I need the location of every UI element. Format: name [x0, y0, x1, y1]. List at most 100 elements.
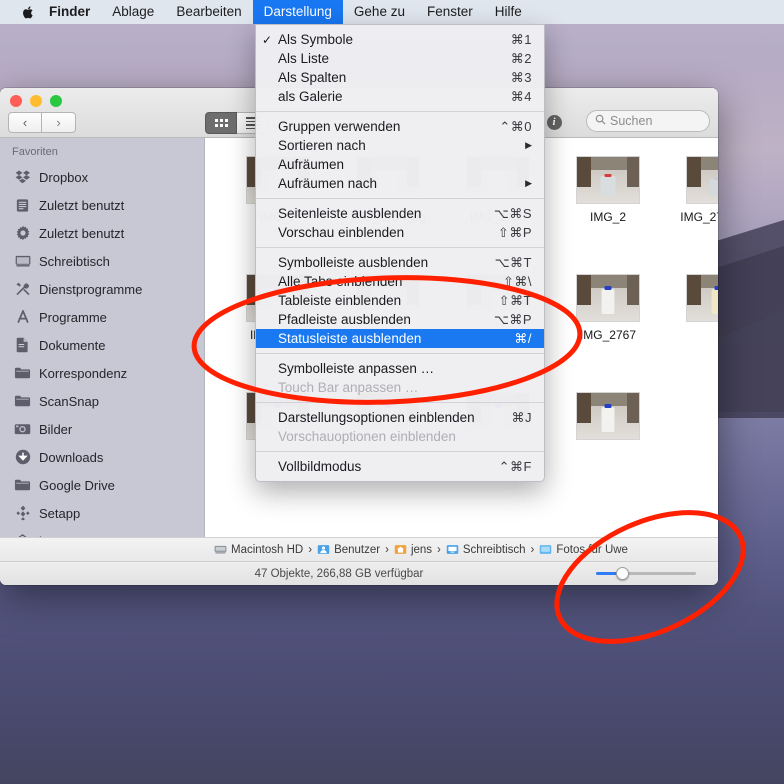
- sidebar-item-bilder[interactable]: Bilder: [0, 415, 204, 443]
- file-item[interactable]: IMG_2767: [553, 268, 663, 380]
- menu-option-touch-bar-anpassen: Touch Bar anpassen …: [256, 378, 544, 397]
- menu-separator: [256, 198, 544, 199]
- grid-view-icon[interactable]: [205, 112, 237, 134]
- back-button[interactable]: ‹: [8, 112, 42, 133]
- sidebar-item-downloads[interactable]: Downloads: [0, 443, 204, 471]
- sidebar-item-scansnap[interactable]: ScanSnap: [0, 387, 204, 415]
- menu-shortcut-label: ⌃⌘0: [499, 118, 532, 134]
- sidebar-item-zuletzt-benutzt[interactable]: Zuletzt benutzt: [0, 191, 204, 219]
- menu-option-tableiste-einblenden[interactable]: Tableiste einblenden ⇧⌘T: [256, 291, 544, 310]
- menu-option-als-spalten[interactable]: Als Spalten ⌘3: [256, 68, 544, 87]
- sidebar-item-dienstprogramme[interactable]: Dienstprogramme: [0, 275, 204, 303]
- menu-bar: Finder Ablage Bearbeiten Darstellung Geh…: [0, 0, 784, 24]
- breadcrumb-item[interactable]: Fotos für Uwe: [539, 543, 628, 556]
- applications-icon: [14, 309, 31, 326]
- menu-option-aufr-umen-nach[interactable]: Aufräumen nach ▶: [256, 174, 544, 193]
- menu-item-finder[interactable]: Finder: [46, 0, 101, 24]
- menu-option-aufr-umen[interactable]: Aufräumen: [256, 155, 544, 174]
- menu-option-als-galerie[interactable]: als Galerie ⌘4: [256, 87, 544, 106]
- sidebar-item-jens[interactable]: jens: [0, 527, 204, 537]
- menu-shortcut-label: ⌥⌘T: [494, 254, 532, 270]
- folder-icon: [539, 543, 552, 556]
- submenu-arrow-icon: ▶: [525, 140, 532, 150]
- maximize-button[interactable]: [50, 95, 62, 107]
- menu-option-label: Als Spalten: [278, 70, 347, 85]
- sidebar-item-label: Downloads: [39, 449, 104, 465]
- minimize-button[interactable]: [30, 95, 42, 107]
- file-item[interactable]: [553, 386, 663, 498]
- sidebar-item-zuletzt-benutzt[interactable]: Zuletzt benutzt: [0, 219, 204, 247]
- sidebar-item-dokumente[interactable]: Dokumente: [0, 331, 204, 359]
- path-bar: Macintosh HD › Benutzer › jens › Schreibtisch ›…: [0, 537, 718, 561]
- sidebar-item-setapp[interactable]: Setapp: [0, 499, 204, 527]
- menu-option-als-symbole[interactable]: ✓ Als Symbole ⌘1: [256, 30, 544, 49]
- menu-option-label: Als Symbole: [278, 32, 354, 47]
- menu-option-label: Seitenleiste ausblenden: [278, 206, 422, 221]
- breadcrumb-label: Macintosh HD: [231, 543, 304, 556]
- menu-shortcut-label: ⌘J: [511, 409, 532, 425]
- menu-shortcut-label: ⌘1: [510, 31, 532, 47]
- sidebar-item-label: Setapp: [39, 505, 81, 521]
- menu-option-vorschau-einblenden[interactable]: Vorschau einblenden ⇧⌘P: [256, 223, 544, 242]
- breadcrumb-item[interactable]: Schreibtisch: [446, 543, 526, 556]
- breadcrumb-label: Benutzer: [334, 543, 381, 556]
- folder-icon: [14, 393, 31, 410]
- sidebar-item-label: Programme: [39, 309, 107, 325]
- menu-item-gehe-zu[interactable]: Gehe zu: [343, 0, 416, 24]
- menu-option-label: Sortieren nach: [278, 138, 366, 153]
- file-item[interactable]: IMG_2: [553, 150, 663, 262]
- dropbox-icon: [14, 169, 31, 186]
- file-item[interactable]: [663, 268, 718, 380]
- menu-option-als-liste[interactable]: Als Liste ⌘2: [256, 49, 544, 68]
- breadcrumb-item[interactable]: Benutzer: [317, 543, 380, 556]
- menu-shortcut-label: ⇧⌘T: [498, 292, 532, 308]
- sidebar-item-schreibtisch[interactable]: Schreibtisch: [0, 247, 204, 275]
- menu-option-label: Symbolleiste ausblenden: [278, 255, 429, 270]
- menu-option-seitenleiste-ausblenden[interactable]: Seitenleiste ausblenden ⌥⌘S: [256, 204, 544, 223]
- menu-option-darstellungsoptionen-einblenden[interactable]: Darstellungsoptionen einblenden ⌘J: [256, 408, 544, 427]
- menu-option-label: Pfadleiste ausblenden: [278, 312, 411, 327]
- menu-item-ablage[interactable]: Ablage: [101, 0, 165, 24]
- users-folder-icon: [317, 543, 330, 556]
- file-item[interactable]: IMG_2760.jpg: [663, 150, 718, 262]
- breadcrumb-item[interactable]: Macintosh HD: [214, 543, 303, 556]
- menu-separator: [256, 402, 544, 403]
- menu-item-fenster[interactable]: Fenster: [416, 0, 484, 24]
- menu-option-alle-tabs-einblenden[interactable]: Alle Tabs einblenden ⇧⌘\: [256, 272, 544, 291]
- icon-size-slider[interactable]: [596, 567, 696, 580]
- search-input[interactable]: Suchen: [586, 110, 710, 132]
- menu-item-bearbeiten[interactable]: Bearbeiten: [165, 0, 252, 24]
- pictures-camera-icon: [14, 421, 31, 438]
- sidebar-item-dropbox[interactable]: Dropbox: [0, 163, 204, 191]
- menu-option-label: Symbolleiste anpassen …: [278, 361, 435, 376]
- menu-shortcut-label: ⌘2: [510, 50, 532, 66]
- sidebar-item-korrespondenz[interactable]: Korrespondenz: [0, 359, 204, 387]
- setapp-icon: [14, 505, 31, 522]
- menu-option-vollbildmodus[interactable]: Vollbildmodus ⌃⌘F: [256, 457, 544, 476]
- menu-option-pfadleiste-ausblenden[interactable]: Pfadleiste ausblenden ⌥⌘P: [256, 310, 544, 329]
- apple-logo-icon[interactable]: [0, 5, 46, 20]
- file-thumbnail: [576, 274, 640, 322]
- menu-option-label: Statusleiste ausblenden: [278, 331, 422, 346]
- search-icon: [595, 114, 606, 128]
- menu-option-statusleiste-ausblenden[interactable]: Statusleiste ausblenden ⌘/: [256, 329, 544, 348]
- sidebar-item-label: ScanSnap: [39, 393, 99, 409]
- sidebar-item-label: Dienstprogramme: [39, 281, 143, 297]
- sidebar-item-google-drive[interactable]: Google Drive: [0, 471, 204, 499]
- sidebar-item-programme[interactable]: Programme: [0, 303, 204, 331]
- menu-item-darstellung[interactable]: Darstellung: [252, 0, 343, 24]
- breadcrumb-separator: ›: [437, 543, 441, 556]
- menu-item-hilfe[interactable]: Hilfe: [484, 0, 533, 24]
- breadcrumb-item[interactable]: jens: [394, 543, 432, 556]
- menu-option-symbolleiste-anpassen[interactable]: Symbolleiste anpassen …: [256, 359, 544, 378]
- menu-option-sortieren-nach[interactable]: Sortieren nach ▶: [256, 136, 544, 155]
- status-bar: 47 Objekte, 266,88 GB verfügbar: [0, 561, 718, 585]
- menu-option-symbolleiste-ausblenden[interactable]: Symbolleiste ausblenden ⌥⌘T: [256, 253, 544, 272]
- menu-option-label: Touch Bar anpassen …: [278, 380, 419, 395]
- slider-knob[interactable]: [616, 567, 629, 580]
- forward-button[interactable]: ›: [42, 112, 76, 133]
- menu-shortcut-label: ⌥⌘S: [493, 205, 532, 221]
- close-button[interactable]: [10, 95, 22, 107]
- sidebar-item-label: Bilder: [39, 421, 73, 437]
- menu-option-gruppen-verwenden[interactable]: Gruppen verwenden ⌃⌘0: [256, 117, 544, 136]
